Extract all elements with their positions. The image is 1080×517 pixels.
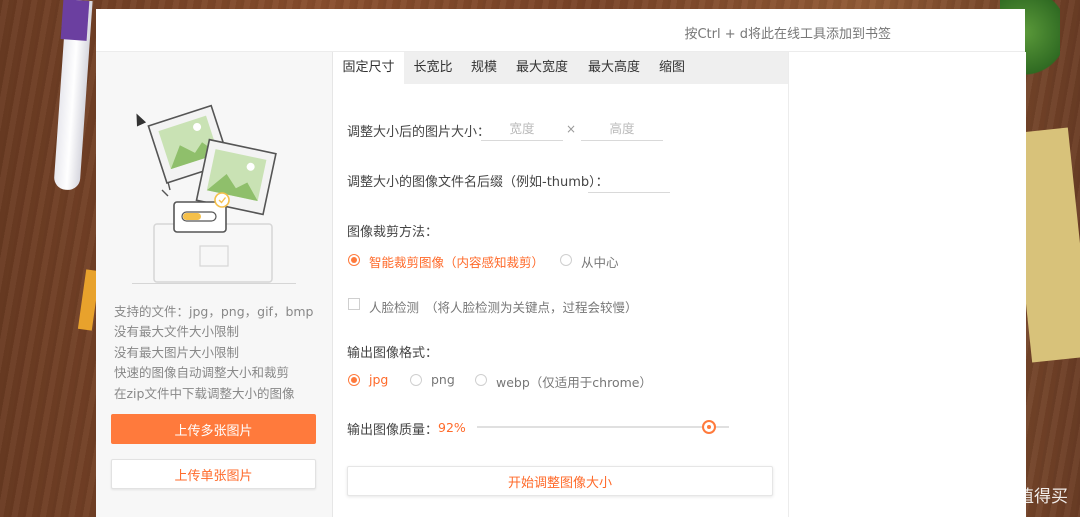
tab-max-width[interactable]: 最大宽度 [506, 52, 578, 84]
quality-slider-track[interactable] [477, 426, 729, 428]
tab-aspect-ratio[interactable]: 长宽比 [404, 52, 462, 84]
feature-item: 快速的图像自动调整大小和裁剪 [114, 365, 290, 381]
crop-smart-label[interactable]: 智能裁剪图像（内容感知裁剪） [369, 252, 544, 271]
app-window: 按Ctrl + d将此在线工具添加到书签 支持的文件：jpg，png，gif，b… [96, 9, 1026, 517]
quality-value: 92% [438, 420, 466, 435]
feature-item: 在zip文件中下载调整大小的图像 [114, 385, 295, 401]
size-label: 调整大小后的图片大小： [347, 125, 491, 140]
image-upload-illustration-icon [132, 104, 296, 284]
format-webp-label[interactable]: webp（仅适用于chrome） [496, 372, 652, 391]
tab-max-height[interactable]: 最大高度 [578, 52, 650, 84]
watermark: 什么值得买 [953, 482, 1068, 507]
format-jpg-label[interactable]: jpg [369, 372, 388, 387]
crop-method-label: 图像裁剪方法： [347, 225, 439, 240]
quality-label: 输出图像质量： [347, 423, 439, 438]
marker-cap-decoration [60, 0, 90, 41]
upload-single-button[interactable]: 上传单张图片 [111, 459, 316, 489]
upload-panel: 支持的文件：jpg，png，gif，bmp 没有最大文件大小限制 没有最大图片大… [96, 52, 333, 517]
height-input[interactable] [581, 116, 663, 141]
top-bar: 按Ctrl + d将此在线工具添加到书签 [96, 9, 1025, 52]
crop-center-label[interactable]: 从中心 [581, 252, 619, 271]
format-label: 输出图像格式： [347, 346, 439, 361]
start-resize-button[interactable]: 开始调整图像大小 [347, 466, 773, 496]
format-png-label[interactable]: png [431, 372, 455, 387]
quality-slider-thumb[interactable] [701, 420, 716, 434]
width-input[interactable] [481, 116, 563, 141]
format-png-radio[interactable] [410, 374, 422, 386]
resize-options-panel: 固定尺寸 长宽比 规模 最大宽度 最大高度 缩图 调整大小后的图片大小： × 调… [333, 52, 788, 517]
face-detect-note: （将人脸检测为关键点，过程会较慢） [425, 300, 638, 315]
watermark-text: 什么值得买 [983, 487, 1068, 507]
suffix-label: 调整大小的图像文件名后缀（例如-thumb）： [347, 175, 609, 190]
format-jpg-radio[interactable] [348, 374, 360, 386]
feature-item: 支持的文件：jpg，png，gif，bmp [114, 304, 314, 319]
tab-thumbnail[interactable]: 缩图 [650, 52, 694, 84]
format-webp-radio[interactable] [475, 374, 487, 386]
face-detect-checkbox[interactable] [348, 298, 360, 310]
feature-list: 支持的文件：jpg，png，gif，bmp 没有最大文件大小限制 没有最大图片大… [114, 302, 314, 404]
results-panel [788, 52, 1026, 517]
tab-bar: 固定尺寸 长宽比 规模 最大宽度 最大高度 缩图 [333, 52, 788, 84]
bookmark-hint: 按Ctrl + d将此在线工具添加到书签 [684, 27, 891, 42]
tab-scale[interactable]: 规模 [462, 52, 506, 84]
crop-center-radio[interactable] [560, 254, 572, 266]
upload-multiple-button[interactable]: 上传多张图片 [111, 414, 316, 444]
face-detect-label[interactable]: 人脸检测 [369, 297, 419, 316]
suffix-input[interactable] [588, 168, 670, 193]
feature-item: 没有最大文件大小限制 [114, 324, 240, 340]
tab-fixed-size[interactable]: 固定尺寸 [333, 52, 404, 84]
crop-smart-radio[interactable] [348, 254, 360, 266]
smzdm-logo-icon [953, 482, 977, 507]
feature-item: 没有最大图片大小限制 [114, 344, 240, 360]
times-sign: × [566, 122, 577, 136]
